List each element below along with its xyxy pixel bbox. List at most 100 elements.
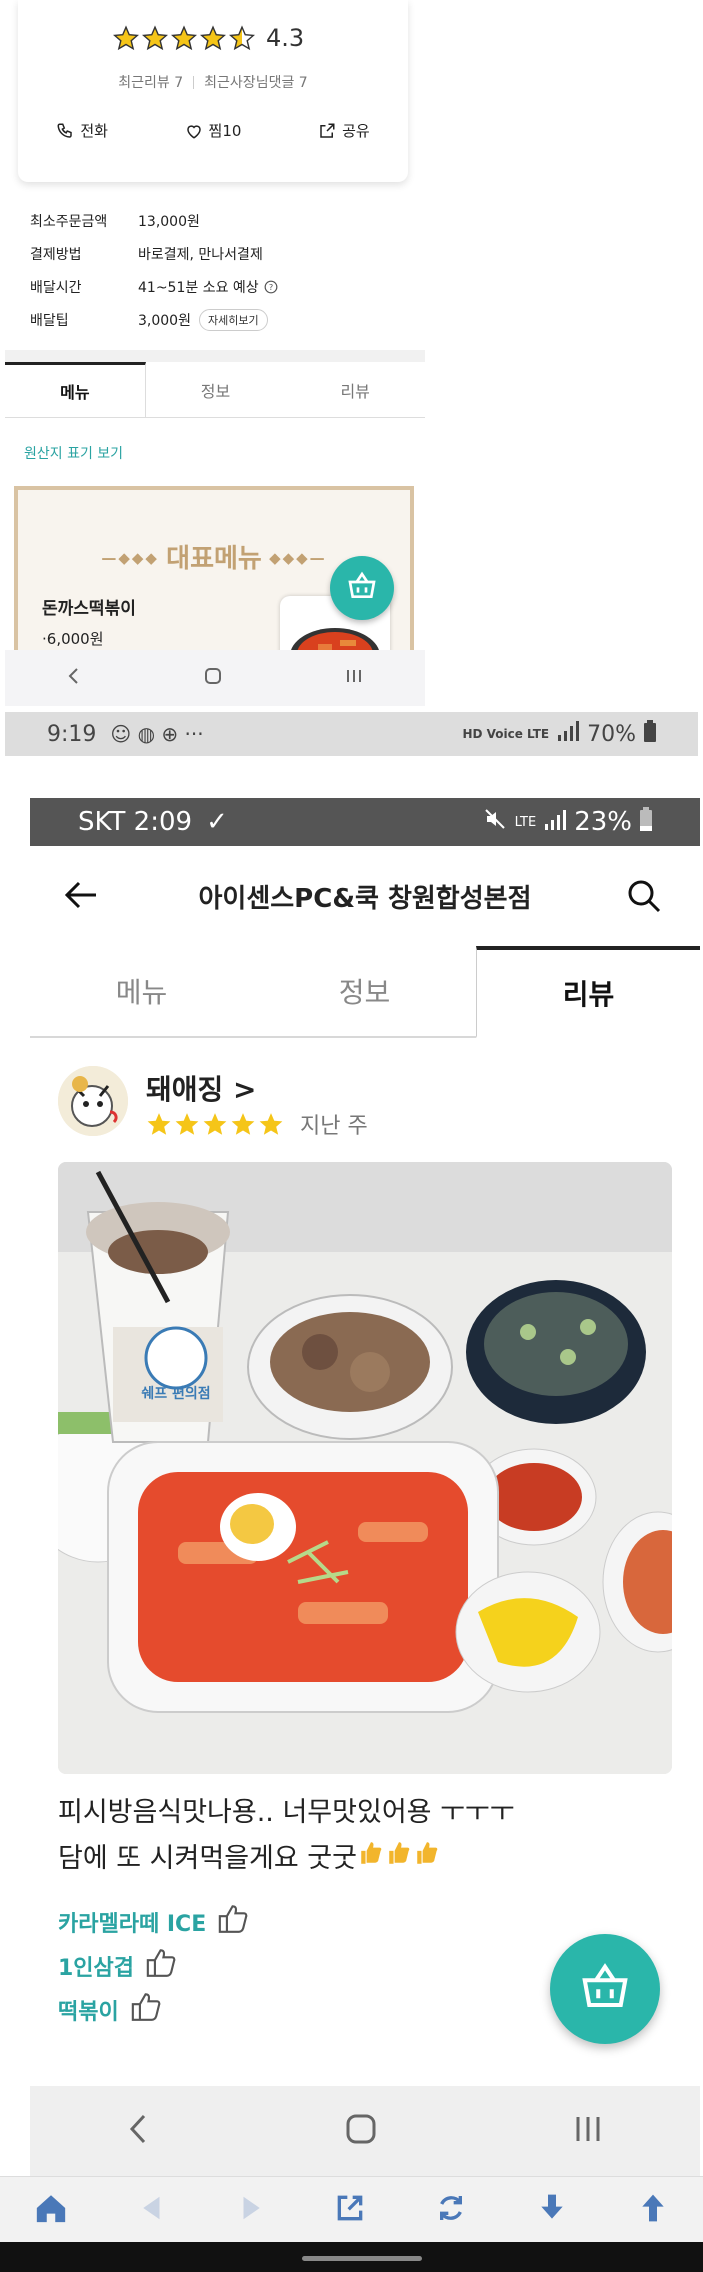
status-bar: 9:19 ☺ ◍ ⊕ ··· HD Voice LTE 70% — [5, 712, 698, 756]
reviewer-name[interactable]: 돼애징 > — [146, 1068, 257, 1108]
tab-menu[interactable]: 메뉴 — [30, 946, 253, 1036]
share-button[interactable]: 공유 — [318, 120, 370, 141]
nav-recents-icon[interactable] — [344, 666, 364, 690]
call-button[interactable]: 전화 — [56, 120, 108, 141]
like-label: 찜10 — [208, 122, 242, 140]
review-text: 피시방음식맛나용.. 너무맛있어용 ㅜㅜㅜ 담에 또 시켜먹을게요 굿굿 — [58, 1790, 658, 1882]
phone-icon — [56, 122, 74, 140]
star-icon — [175, 1113, 199, 1135]
menu-tag[interactable]: 떡볶이 — [58, 1988, 252, 2032]
svg-text:?: ? — [269, 281, 273, 291]
store-summary-card: 4.3 최근리뷰 7 최근사장님댓글 7 전화 찜10 공유 — [18, 0, 408, 182]
store-name: 아이센스PC&쿡 창원합성본점 — [198, 883, 532, 914]
recent-owner-comments[interactable]: 최근사장님댓글 7 — [204, 75, 308, 91]
nav-home-icon[interactable] — [203, 666, 223, 690]
network-indicator: LTE — [514, 814, 537, 830]
share-icon[interactable] — [334, 2192, 366, 2228]
thumbs-up-emoji-icon — [387, 1836, 413, 1882]
info-row: 배달팁 3,000원 자세히보기 — [30, 303, 278, 336]
star-icon — [113, 25, 139, 51]
app-bar: 아이센스PC&쿡 창원합성본점 — [30, 850, 700, 942]
network-indicator: HD Voice LTE — [462, 727, 550, 741]
nav-recents-icon[interactable] — [573, 2114, 603, 2148]
cart-button[interactable] — [550, 1934, 660, 2044]
thumbs-up-emoji-icon — [415, 1836, 441, 1882]
cup-label: 쉐프 편의점 — [141, 1385, 210, 1402]
thumbs-up-icon — [216, 1902, 252, 1942]
rating-value: 4.3 — [266, 24, 305, 52]
android-nav-bar — [5, 650, 425, 706]
avatar[interactable] — [58, 1066, 128, 1136]
basket-icon — [578, 1960, 632, 2018]
thumbs-up-icon — [129, 1990, 165, 2030]
basket-icon — [346, 570, 378, 606]
star-icon — [200, 25, 226, 51]
info-value: 3,000원 — [138, 312, 191, 329]
review-counts: 최근리뷰 7 최근사장님댓글 7 — [18, 72, 408, 92]
download-icon[interactable] — [536, 2192, 568, 2228]
menu-item-name[interactable]: 돈까스떡볶이 — [42, 594, 136, 619]
rating-stars: 4.3 — [113, 24, 304, 52]
menu-tag-label: 떡볶이 — [58, 2000, 119, 2025]
battery-icon — [640, 806, 652, 838]
nav-home-icon[interactable] — [344, 2112, 378, 2150]
star-icon — [171, 25, 197, 51]
android-nav-bar — [30, 2086, 700, 2176]
detail-button[interactable]: 자세히보기 — [198, 308, 268, 331]
back-arrow-icon[interactable] — [137, 2193, 167, 2227]
tab-review[interactable]: 리뷰 — [285, 362, 425, 417]
info-label: 결제방법 — [30, 246, 82, 263]
store-info: 최소주문금액 13,000원 결제방법 바로결제, 만나서결제 배달시간 41~51분… — [30, 204, 278, 336]
tab-bar-main: 메뉴 정보 리뷰 — [30, 946, 700, 1038]
signal-icon — [557, 721, 580, 747]
star-icon — [147, 1113, 171, 1135]
menu-tag-label: 1인삼겹 — [58, 1956, 135, 1981]
origin-link[interactable]: 원산지 표기 보기 — [24, 443, 123, 463]
forward-arrow-icon[interactable] — [236, 2193, 266, 2227]
info-value: 바로결제, 만나서결제 — [138, 246, 263, 263]
status-time: 9:19 — [47, 721, 97, 747]
star-half-icon — [229, 25, 255, 51]
banner-title: 대표메뉴 — [166, 544, 262, 574]
tab-menu[interactable]: 메뉴 — [5, 362, 146, 417]
nav-back-icon[interactable] — [127, 2112, 149, 2150]
nav-back-icon[interactable] — [66, 666, 82, 690]
notification-icons: ☺ ◍ ⊕ ··· — [110, 722, 204, 746]
recommended-menu-tags: 카라멜라떼 ICE 1인삼겹 떡볶이 — [58, 1900, 252, 2032]
review-text-line-2: 담에 또 시켜먹을게요 굿굿 — [58, 1836, 658, 1882]
cart-button[interactable] — [330, 556, 394, 620]
star-icon — [259, 1113, 283, 1135]
info-value: 13,000원 — [138, 213, 200, 230]
menu-tag[interactable]: 1인삼겹 — [58, 1944, 252, 1988]
scroll-top-icon[interactable] — [637, 2192, 669, 2228]
tab-info[interactable]: 정보 — [253, 946, 476, 1036]
signal-icon — [544, 807, 567, 837]
recent-reviews[interactable]: 최근리뷰 7 — [118, 75, 183, 91]
review-photo[interactable]: 쉐프 편의점 — [58, 1162, 672, 1774]
like-button[interactable]: 찜10 — [185, 120, 242, 141]
help-icon[interactable]: ? — [264, 280, 278, 294]
menu-item-price-row: ·6,000원 — [42, 630, 104, 648]
refresh-icon[interactable] — [435, 2192, 467, 2228]
search-icon[interactable] — [626, 878, 662, 918]
previous-screenshot: 4.3 최근리뷰 7 최근사장님댓글 7 전화 찜10 공유 최소주문금액 13,0… — [0, 0, 703, 712]
heart-icon — [185, 122, 203, 140]
thumbs-up-emoji-icon — [359, 1836, 385, 1882]
battery-level: 70% — [587, 721, 636, 747]
info-value: 41~51분 소요 예상 — [138, 279, 259, 296]
battery-level: 23% — [574, 807, 632, 837]
tab-info[interactable]: 정보 — [146, 362, 286, 417]
home-indicator[interactable] — [302, 2256, 422, 2261]
info-row: 배달시간 41~51분 소요 예상 ? — [30, 270, 278, 303]
review-text-line: 담에 또 시켜먹을게요 굿굿 — [58, 1843, 357, 1874]
status-bar-main: SKT 2:09 ✓ LTE 23% — [30, 798, 700, 846]
section-divider — [5, 350, 425, 362]
thumbs-up-icon — [144, 1946, 180, 1986]
home-icon[interactable] — [34, 2192, 68, 2228]
action-row: 전화 찜10 공유 — [18, 120, 408, 141]
tab-review[interactable]: 리뷰 — [476, 946, 700, 1038]
info-label: 최소주문금액 — [30, 213, 108, 230]
star-icon — [231, 1113, 255, 1135]
menu-tag[interactable]: 카라멜라떼 ICE — [58, 1900, 252, 1944]
share-icon — [318, 122, 336, 140]
